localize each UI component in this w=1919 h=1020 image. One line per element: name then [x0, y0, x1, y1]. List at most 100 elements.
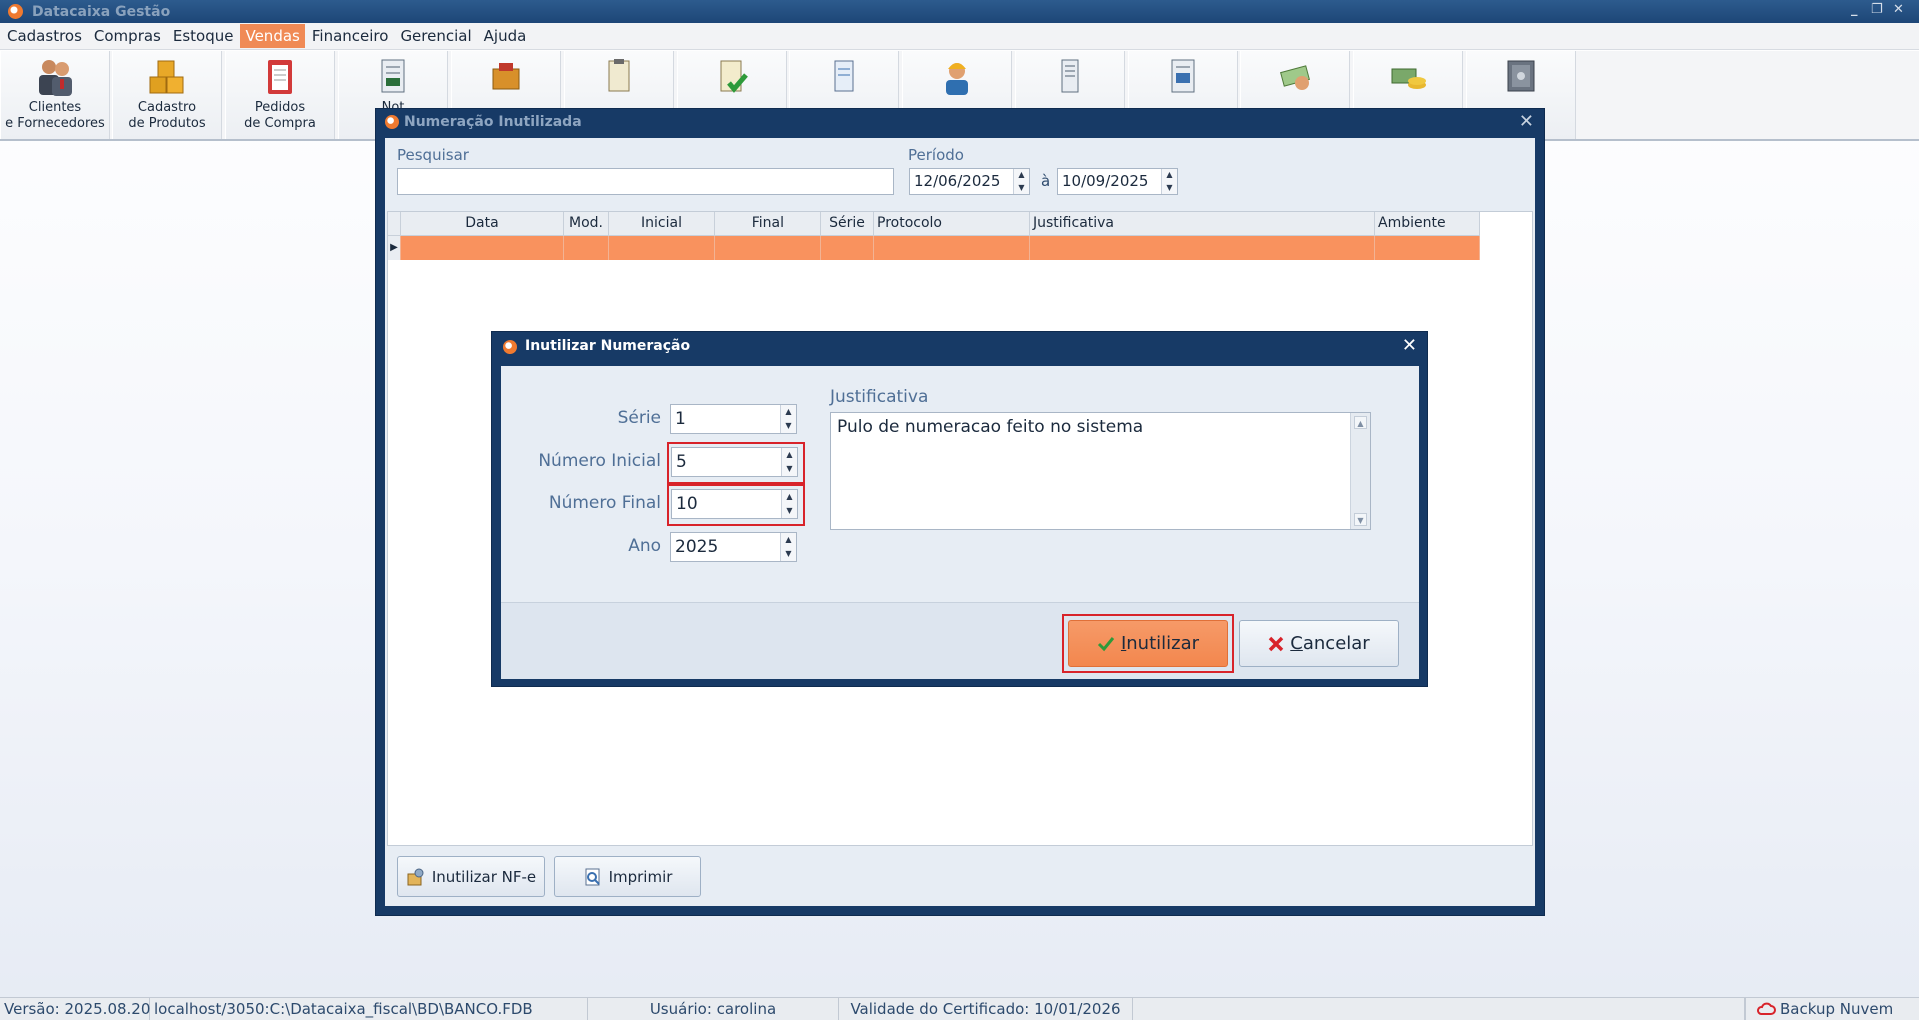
- toolbar-pedidos-button[interactable]: Pedidos de Compra: [225, 51, 335, 139]
- menu-compras[interactable]: Compras: [89, 24, 166, 48]
- numero-final-spinner[interactable]: ▲ ▼: [781, 490, 797, 518]
- safe-icon: [1507, 60, 1535, 92]
- period-to-spinner[interactable]: ▲ ▼: [1161, 169, 1177, 194]
- receipt-icon: [834, 60, 854, 92]
- numero-inicial-label: Número Inicial: [538, 451, 661, 471]
- serie-spinner[interactable]: ▲ ▼: [780, 405, 796, 433]
- grid-header: Data Mod. Inicial Final Série Protocolo …: [388, 212, 1480, 236]
- clients-icon: [39, 60, 72, 96]
- menu-ajuda[interactable]: Ajuda: [479, 24, 532, 48]
- table-row[interactable]: ▶: [388, 236, 1480, 260]
- col-ambiente[interactable]: Ambiente: [1375, 212, 1480, 235]
- close-dialog-icon[interactable]: ✕: [1402, 335, 1417, 356]
- period-from-spinner[interactable]: ▲ ▼: [1013, 169, 1029, 194]
- status-version: Versão: 2025.08.20: [0, 998, 150, 1020]
- invoice-icon: [381, 59, 405, 93]
- x-icon: [1269, 636, 1284, 651]
- justificativa-label: Justificativa: [830, 387, 929, 407]
- numero-final-input[interactable]: 10 ▲ ▼: [671, 489, 798, 519]
- col-mod[interactable]: Mod.: [564, 212, 609, 235]
- backup-label: Backup Nuvem: [1780, 1000, 1894, 1018]
- col-inicial[interactable]: Inicial: [609, 212, 715, 235]
- close-app-icon[interactable]: ✕: [1893, 2, 1904, 17]
- cancelar-button[interactable]: Cancelar: [1239, 620, 1399, 667]
- toolbar-produtos-button[interactable]: Cadastro de Produtos: [112, 51, 222, 139]
- worker-icon: [946, 63, 968, 95]
- fiscal-note-icon: [1061, 59, 1079, 93]
- minimize-icon[interactable]: _: [1851, 2, 1858, 17]
- scroll-down-icon[interactable]: ▼: [1354, 513, 1367, 526]
- row-indicator-icon: ▶: [388, 236, 401, 260]
- toolbar-label: de Compra: [244, 116, 316, 131]
- boxes-icon: [149, 60, 184, 94]
- menu-vendas[interactable]: Vendas: [240, 24, 305, 48]
- menu-financeiro[interactable]: Financeiro: [307, 24, 394, 48]
- cell: [821, 236, 874, 260]
- justificativa-value: Pulo de numeracao feito no sistema: [837, 417, 1144, 437]
- cancelar-mnemonic: C: [1290, 633, 1303, 654]
- serie-label: Série: [617, 408, 661, 428]
- package-icon: [492, 63, 520, 90]
- window-title: Numeração Inutilizada: [404, 114, 582, 130]
- cell: [715, 236, 821, 260]
- numero-inicial-spinner[interactable]: ▲ ▼: [781, 448, 797, 476]
- ano-spinner[interactable]: ▲ ▼: [780, 533, 796, 561]
- scroll-up-icon[interactable]: ▲: [1354, 416, 1367, 429]
- grid-indicator-header: [388, 212, 401, 235]
- menu-cadastros[interactable]: Cadastros: [2, 24, 87, 48]
- approved-order-icon: [720, 60, 748, 93]
- serie-input[interactable]: 1 ▲ ▼: [670, 404, 797, 434]
- numero-inicial-input[interactable]: 5 ▲ ▼: [671, 447, 798, 477]
- close-window-icon[interactable]: ✕: [1519, 111, 1534, 132]
- period-to-input[interactable]: 10/09/2025 ▲ ▼: [1057, 168, 1178, 195]
- search-label: Pesquisar: [397, 146, 469, 164]
- ano-label: Ano: [628, 536, 661, 556]
- dialog-title: Inutilizar Numeração: [525, 338, 691, 354]
- search-input[interactable]: [397, 168, 894, 195]
- ano-input[interactable]: 2025 ▲ ▼: [670, 532, 797, 562]
- cell: [564, 236, 609, 260]
- col-final[interactable]: Final: [715, 212, 821, 235]
- status-user: Usuário: carolina: [588, 998, 839, 1020]
- inutilizar-button[interactable]: Inutilizar: [1068, 620, 1228, 667]
- payment-icon: [1280, 65, 1310, 90]
- toolbar-clientes-button[interactable]: Clientes e Fornecedores: [0, 51, 110, 139]
- cancelar-label: ancelar: [1302, 633, 1370, 654]
- cell: [401, 236, 564, 260]
- imprimir-label: Imprimir: [608, 867, 673, 886]
- menu-estoque[interactable]: Estoque: [168, 24, 239, 48]
- backup-nuvem-status[interactable]: Backup Nuvem: [1745, 998, 1919, 1020]
- cell: [874, 236, 1030, 260]
- money-icon: [1391, 68, 1426, 89]
- status-spacer: [1133, 998, 1745, 1020]
- period-from-value: 12/06/2025: [914, 172, 1001, 190]
- period-separator: à: [1041, 172, 1051, 190]
- dialog-body: Série 1 ▲ ▼ Número Inicial 5 ▲ ▼ Número Fi…: [501, 366, 1419, 679]
- numero-inicial-value: 5: [676, 452, 687, 472]
- period-from-input[interactable]: 12/06/2025 ▲ ▼: [909, 168, 1030, 195]
- app-logo-icon: [8, 4, 23, 19]
- inutilizar-numeracao-dialog: Inutilizar Numeração ✕ Série 1 ▲ ▼ Número…: [491, 331, 1428, 687]
- toolbar-label: e Fornecedores: [5, 116, 105, 131]
- cell: [609, 236, 715, 260]
- justificativa-textarea[interactable]: Pulo de numeracao feito no sistema ▲ ▼: [830, 412, 1371, 530]
- imprimir-button[interactable]: Imprimir: [554, 856, 701, 897]
- menu-gerencial[interactable]: Gerencial: [395, 24, 476, 48]
- restore-icon[interactable]: ❐: [1871, 2, 1883, 17]
- status-database: localhost/3050:C:\Datacaixa_fiscal\BD\BA…: [150, 998, 588, 1020]
- menu-bar: Cadastros Compras Estoque Vendas Finance…: [0, 23, 1919, 50]
- justificativa-scrollbar[interactable]: ▲ ▼: [1350, 413, 1370, 529]
- fiscal-note-2-icon: [1171, 59, 1195, 93]
- col-justificativa[interactable]: Justificativa: [1030, 212, 1375, 235]
- toolbar-label: Clientes: [28, 100, 82, 115]
- print-preview-icon: [585, 868, 600, 885]
- col-protocolo[interactable]: Protocolo: [874, 212, 1030, 235]
- status-certificate: Validade do Certificado: 10/01/2026: [839, 998, 1133, 1020]
- inutilizar-nfe-label: Inutilizar NF-e: [431, 867, 537, 886]
- period-label: Período: [908, 146, 964, 164]
- inutilizar-label: nutilizar: [1126, 633, 1200, 654]
- col-data[interactable]: Data: [401, 212, 564, 235]
- ano-value: 2025: [675, 537, 719, 557]
- inutilizar-nfe-button[interactable]: Inutilizar NF-e: [397, 856, 545, 897]
- col-serie[interactable]: Série: [821, 212, 874, 235]
